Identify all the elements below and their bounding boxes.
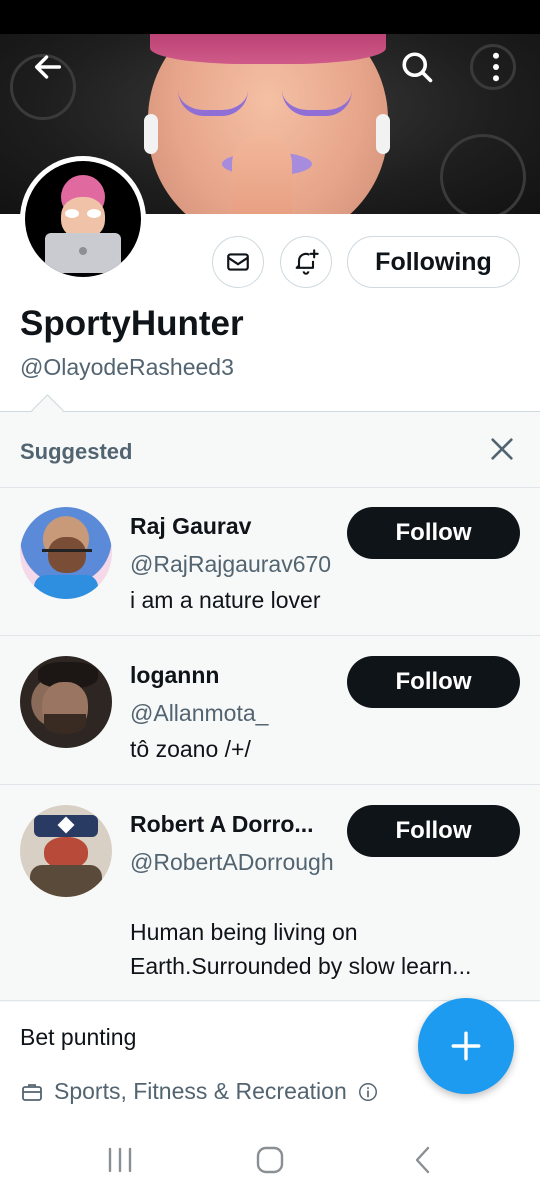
- close-suggested-button[interactable]: [484, 431, 520, 467]
- recents-icon: [108, 1147, 132, 1173]
- briefcase-icon: [22, 1083, 42, 1101]
- user-avatar[interactable]: [20, 507, 112, 599]
- suggested-user-card[interactable]: Raj Gaurav @RajRajgaurav670 i am a natur…: [0, 487, 540, 636]
- user-bio: i am a nature lover: [130, 587, 321, 613]
- home-icon: [256, 1146, 284, 1174]
- user-handle: @RajRajgaurav670: [130, 551, 332, 577]
- user-handle: @Allanmota_: [130, 700, 269, 726]
- profile-bio: Bet punting: [20, 1024, 137, 1050]
- banner-hands: [232, 134, 292, 214]
- follow-button[interactable]: Follow: [347, 805, 520, 857]
- status-bar: [0, 0, 540, 34]
- more-vertical-icon: [493, 52, 499, 82]
- profile-category: Sports, Fitness & Recreation: [20, 1078, 379, 1105]
- suggested-user-card[interactable]: logannn @Allanmota_ tô zoano /+/ Follow: [0, 636, 540, 785]
- more-button[interactable]: [476, 47, 516, 87]
- back-icon: [415, 1146, 430, 1174]
- banner-earbud: [376, 114, 390, 154]
- category-label: Sports, Fitness & Recreation: [54, 1078, 347, 1104]
- display-name: SportyHunter: [20, 304, 244, 343]
- recents-button[interactable]: [95, 1140, 145, 1180]
- system-nav-bar: [0, 1122, 540, 1200]
- search-button[interactable]: [397, 47, 437, 87]
- follow-button[interactable]: Follow: [347, 656, 520, 708]
- arrow-left-icon: [34, 55, 62, 79]
- bell-plus-icon: [295, 249, 319, 275]
- notifications-button[interactable]: [280, 236, 332, 288]
- user-name[interactable]: Robert A Dorro...: [130, 811, 314, 838]
- home-button[interactable]: [245, 1140, 295, 1180]
- avatar-image: [25, 161, 141, 277]
- user-avatar[interactable]: [20, 656, 112, 748]
- banner-hair: [150, 34, 386, 64]
- compose-button[interactable]: [418, 998, 514, 1094]
- follow-button[interactable]: Follow: [347, 507, 520, 559]
- info-icon[interactable]: [357, 1081, 379, 1103]
- user-bio: tô zoano /+/: [130, 736, 251, 762]
- following-button[interactable]: Following: [347, 236, 520, 288]
- suggested-user-card[interactable]: Robert A Dorro... @RobertADorrough Human…: [0, 785, 540, 1001]
- search-icon: [402, 52, 433, 83]
- message-button[interactable]: [212, 236, 264, 288]
- suggested-title: Suggested: [20, 439, 133, 464]
- profile-avatar[interactable]: [20, 156, 146, 282]
- user-handle: @RobertADorrough: [130, 849, 334, 875]
- user-name[interactable]: logannn: [130, 662, 219, 689]
- back-button[interactable]: [28, 47, 68, 87]
- suggested-header: Suggested: [0, 411, 540, 488]
- user-name[interactable]: Raj Gaurav: [130, 513, 251, 540]
- plus-icon: [451, 1031, 481, 1061]
- banner-doodle: [440, 134, 526, 214]
- banner-earbud: [144, 114, 158, 154]
- profile-handle: @OlayodeRasheed3: [20, 354, 234, 380]
- user-bio: Human being living on Earth.Surrounded b…: [130, 919, 472, 979]
- close-icon: [491, 438, 513, 460]
- user-avatar[interactable]: [20, 805, 112, 897]
- envelope-icon: [227, 253, 249, 271]
- system-back-button[interactable]: [398, 1140, 448, 1180]
